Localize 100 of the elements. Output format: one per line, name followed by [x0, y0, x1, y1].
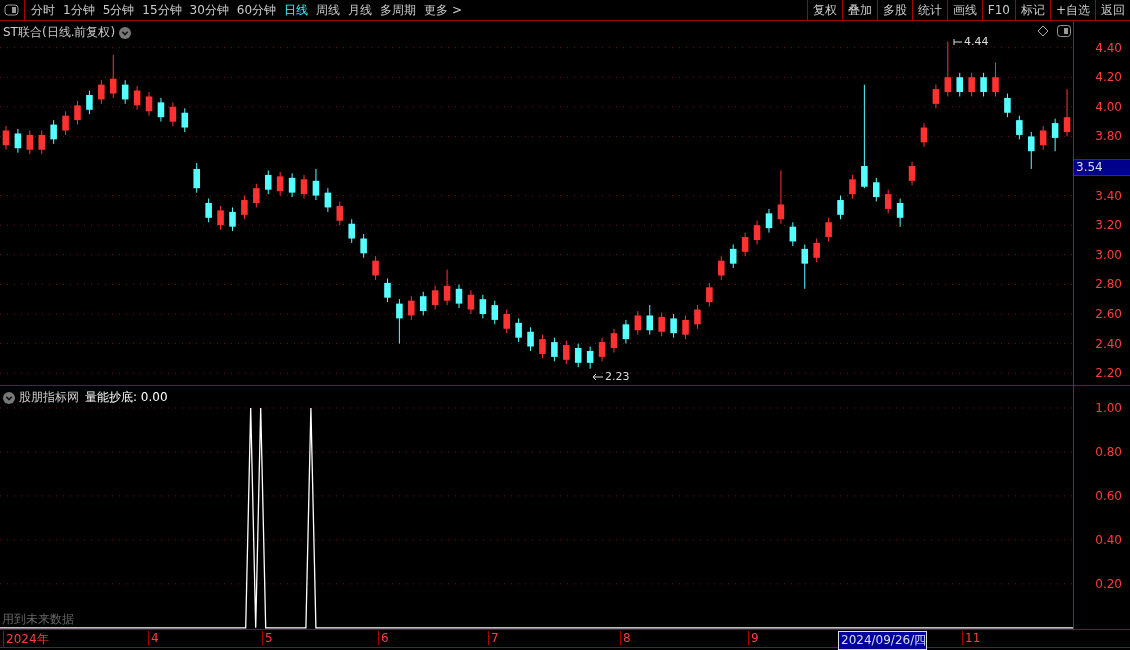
date-axis-label: 2024年 — [3, 631, 49, 648]
indicator-source: 股朋指标网 — [19, 389, 79, 406]
price-axis-label: 3.20 — [1095, 218, 1122, 233]
candlestick — [729, 243, 737, 269]
period-tab[interactable]: 周线 — [316, 1, 341, 19]
candlestick — [98, 79, 105, 105]
current-price-label: 3.54 — [1074, 159, 1130, 176]
low-price-label: 2.23 — [605, 370, 630, 383]
chart-title: ST联合(日线.前复权) — [3, 24, 116, 41]
candlestick — [384, 277, 391, 303]
candlestick — [908, 161, 916, 186]
candlestick — [396, 298, 403, 345]
candlestick — [2, 125, 10, 151]
candlestick — [634, 310, 642, 336]
candlestick — [598, 337, 606, 362]
candlestick — [980, 72, 987, 97]
leader-line — [953, 37, 963, 46]
candlestick — [658, 312, 665, 337]
candlestick — [360, 233, 367, 259]
candlestick — [372, 255, 379, 281]
candlestick — [896, 198, 904, 228]
candlestick — [1063, 88, 1071, 137]
panel-toggle-icon[interactable] — [1057, 25, 1071, 37]
candlestick — [455, 283, 463, 309]
candlestick — [801, 243, 809, 290]
chevron-down-icon[interactable] — [119, 26, 132, 39]
candlestick — [884, 189, 892, 214]
date-axis-label: 7 — [488, 631, 499, 645]
price-axis-label: 2.20 — [1095, 366, 1122, 381]
candlestick — [539, 334, 546, 359]
indicator-axis-label: 0.60 — [1095, 488, 1122, 503]
period-tab[interactable]: 分时 — [31, 1, 55, 19]
candlestick — [1004, 93, 1011, 118]
candlestick — [74, 100, 81, 126]
candlestick — [718, 255, 725, 281]
period-tab[interactable]: 多周期 — [380, 1, 417, 19]
candlestick — [86, 90, 93, 115]
candlestick — [169, 101, 177, 127]
candlestick — [145, 91, 153, 117]
period-tab[interactable]: 日线 — [284, 1, 309, 19]
candlestick — [574, 343, 582, 368]
candlestick — [109, 54, 117, 99]
candlestick — [753, 220, 761, 245]
candlestick — [825, 217, 832, 242]
candlestick — [622, 319, 630, 345]
candlestick — [610, 328, 618, 353]
date-axis-label: 9 — [748, 631, 759, 645]
period-tab[interactable]: 1分钟 — [63, 1, 95, 19]
candlestick — [467, 289, 475, 315]
candlestick — [38, 130, 46, 155]
candlestick — [765, 208, 773, 234]
price-axis-label: 4.40 — [1095, 40, 1122, 55]
candlestick — [300, 174, 308, 200]
date-axis-label: 11 — [962, 631, 981, 645]
candlestick — [563, 340, 570, 365]
candlestick — [419, 291, 427, 316]
candlestick — [276, 171, 284, 197]
candlestick — [1039, 125, 1047, 151]
candlestick — [670, 313, 677, 339]
candlestick — [1051, 118, 1059, 152]
candlestick — [431, 285, 439, 311]
candlestick — [515, 317, 522, 343]
candlestick — [741, 232, 749, 257]
price-axis-label: 3.80 — [1095, 129, 1122, 144]
period-tab[interactable]: 月线 — [348, 1, 373, 19]
candlestick — [992, 61, 999, 97]
candlestick — [14, 128, 22, 154]
date-axis-label: 5 — [262, 631, 273, 645]
candlestick — [193, 162, 200, 194]
period-tab[interactable]: 5分钟 — [102, 1, 135, 19]
candlestick — [932, 84, 940, 109]
candlestick — [181, 107, 189, 133]
candlestick — [1016, 115, 1023, 140]
chevron-down-icon[interactable] — [3, 391, 15, 404]
price-axis-label: 4.20 — [1095, 70, 1122, 85]
date-axis-label: 2024/09/26/四 — [838, 631, 928, 650]
candlestick — [50, 119, 57, 145]
candlestick — [157, 97, 165, 123]
price-axis-label: 2.60 — [1095, 306, 1122, 321]
period-tab[interactable]: 60分钟 — [236, 1, 277, 19]
indicator-axis-label: 0.80 — [1095, 444, 1122, 459]
candlestick — [956, 72, 964, 97]
date-axis-label: 8 — [620, 631, 631, 645]
indicator-title: 量能抄底: 0.00 — [85, 389, 168, 406]
candlestick — [873, 177, 880, 203]
period-tab[interactable]: 15分钟 — [142, 1, 182, 19]
period-tab[interactable]: 更多 > — [424, 1, 462, 19]
diamond-icon[interactable] — [1037, 25, 1049, 37]
candlestick — [944, 41, 952, 97]
candlestick — [777, 169, 785, 225]
price-axis-label: 2.40 — [1095, 336, 1122, 351]
candlestick — [241, 195, 248, 220]
period-tab[interactable]: 30分钟 — [189, 1, 229, 19]
price-axis-label: 3.40 — [1095, 188, 1122, 203]
candlestick — [26, 130, 34, 155]
candlestick — [312, 168, 320, 201]
candlestick — [336, 201, 344, 226]
candlestick — [682, 314, 689, 340]
candlestick — [527, 326, 534, 352]
price-axis-label: 3.00 — [1095, 247, 1122, 262]
